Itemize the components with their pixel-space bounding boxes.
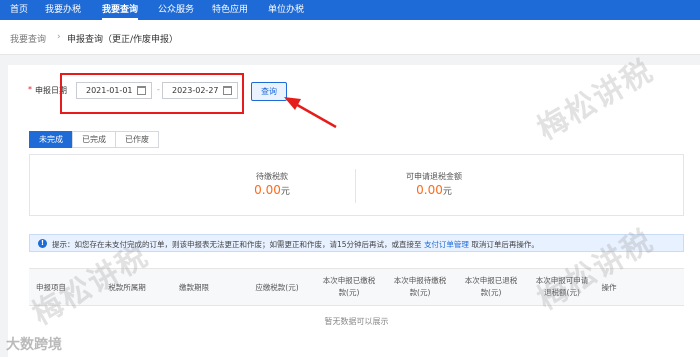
empty-state: 暂无数据可以展示 xyxy=(324,317,389,326)
unpaid-amount: 0.00元 xyxy=(212,183,332,197)
highlight-frame xyxy=(60,73,244,114)
column-header-line: 款(元) xyxy=(480,288,502,297)
logo-watermark: 大数跨境 xyxy=(6,337,62,353)
refund-unit: 元 xyxy=(442,187,452,197)
unpaid-unit: 元 xyxy=(280,187,290,197)
unpaid-value: 0.00 xyxy=(254,183,281,197)
notice-suffix: 取消订单后再操作。 xyxy=(471,240,539,249)
payment-order-link[interactable]: 支付订单管理 xyxy=(424,240,469,249)
breadcrumb-current: 申报查询（更正/作废申报） xyxy=(67,35,179,45)
tab-finished[interactable]: 已完成 xyxy=(72,131,116,148)
nav-item-featured-apps[interactable]: 特色应用 xyxy=(212,0,248,20)
refund-label: 可申请退税金额 xyxy=(406,172,462,181)
column-header: 应缴税款(元) xyxy=(255,283,299,292)
chevron-right-icon: › xyxy=(57,32,61,42)
tab-unfinished[interactable]: 未完成 xyxy=(29,131,73,148)
info-icon: ! xyxy=(38,239,47,248)
refund-value: 0.00 xyxy=(416,183,443,197)
refund-amount: 0.00元 xyxy=(374,183,494,197)
summary-card: 待缴税款 0.00元 可申请退税金额 0.00元 xyxy=(29,154,684,216)
nav-item-unit-tax[interactable]: 单位办税 xyxy=(268,0,304,20)
column-header-line: 款(元) xyxy=(338,288,360,297)
top-nav: 首页 我要办税 我要查询 公众服务 特色应用 单位办税 xyxy=(0,0,700,20)
column-header: 本次申报已缴税 款(元) xyxy=(314,275,384,299)
query-button[interactable]: 查询 xyxy=(251,82,287,101)
tab-voided[interactable]: 已作废 xyxy=(115,131,159,148)
breadcrumb-root[interactable]: 我要查询 xyxy=(10,32,46,45)
column-header: 缴款期限 xyxy=(179,283,209,292)
column-header-line: 本次申报待缴税 xyxy=(393,276,447,285)
column-header-line: 本次申报已退税 xyxy=(464,276,518,285)
summary-divider xyxy=(355,169,356,203)
nav-item-home[interactable]: 首页 xyxy=(10,0,28,20)
column-header-line: 本次申报已缴税 xyxy=(322,276,376,285)
breadcrumb: 我要查询 › 申报查询（更正/作废申报） xyxy=(0,20,700,55)
column-header-line: 款(元) xyxy=(409,288,431,297)
unpaid-label: 待缴税款 xyxy=(256,172,288,181)
column-header: 本次申报已退税 款(元) xyxy=(456,275,526,299)
column-header: 本次申报待缴税 款(元) xyxy=(385,275,455,299)
nav-item-public-service[interactable]: 公众服务 xyxy=(158,0,194,20)
required-mark: * xyxy=(28,85,32,94)
nav-item-query[interactable]: 我要查询 xyxy=(102,0,139,20)
nav-item-tax-handling[interactable]: 我要办税 xyxy=(45,0,81,20)
